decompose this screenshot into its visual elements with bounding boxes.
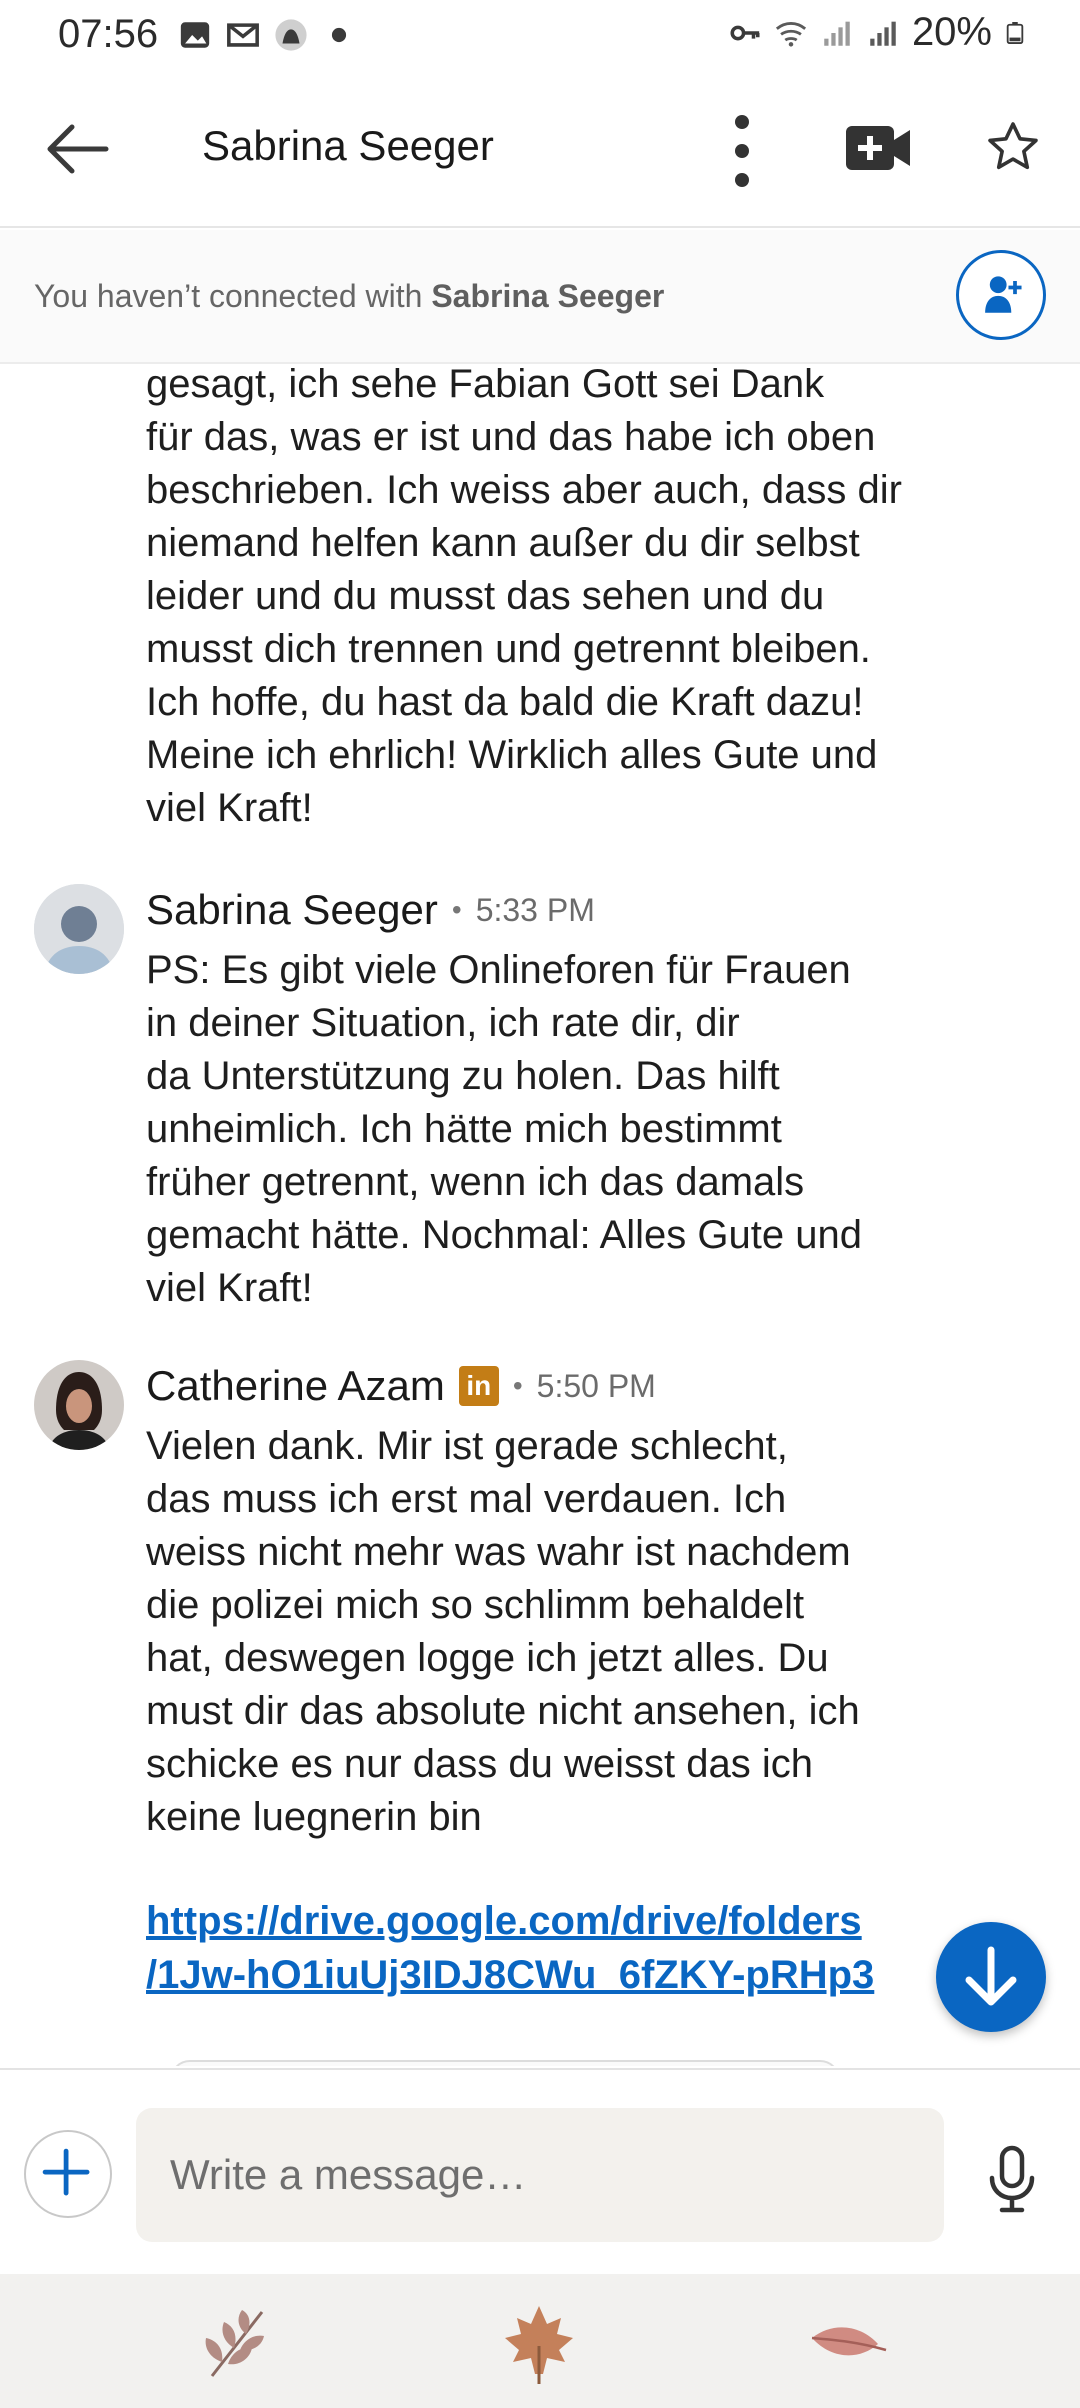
attachment-preview[interactable]	[170, 2060, 840, 2066]
connection-banner: You haven’t connected with Sabrina Seege…	[0, 230, 1080, 364]
premium-badge: in	[458, 1366, 499, 1406]
feather-leaf-icon[interactable]	[800, 2298, 890, 2388]
attach-button[interactable]	[24, 2130, 112, 2218]
signal-icon	[824, 21, 850, 46]
avatar-sabrina[interactable]	[34, 884, 124, 974]
message-line: leider und du musst das sehen und du	[146, 574, 825, 618]
leaf-icon[interactable]	[192, 2298, 282, 2388]
message-line: hat, deswegen logge ich jetzt alles. Du	[146, 1636, 829, 1680]
microphone-icon[interactable]	[984, 2144, 1040, 2214]
message-line: gemacht hätte. Nochmal: Alles Gute und	[146, 1213, 862, 1257]
app-icon	[275, 19, 307, 51]
status-system-icons: 20%	[728, 10, 1026, 55]
connection-notice-prefix: You haven’t connected with	[34, 278, 432, 314]
message-line: musst dich trennen und getrennt bleiben.	[146, 627, 871, 671]
separator-dot: •	[512, 1370, 523, 1401]
message-line: früher getrennt, wenn ich das damals	[146, 1160, 805, 1204]
default-person-icon	[34, 884, 124, 974]
message-line: da Unterstützung zu holen. Das hilft	[146, 1054, 780, 1098]
drive-link[interactable]: https://drive.google.com/drive/folders /…	[146, 1894, 966, 2002]
message-line: Vielen dank. Mir ist gerade schlecht,	[146, 1424, 788, 1468]
message-line: Meine ich ehrlich! Wirklich alles Gute u…	[146, 733, 878, 777]
image-icon	[180, 22, 210, 48]
message-composer	[0, 2068, 1080, 2274]
link-line[interactable]: /1Jw-hO1iuUj3IDJ8CWu_6fZKY-pRHp3	[146, 1948, 966, 2002]
connection-notice-name: Sabrina Seeger	[431, 278, 665, 314]
arrow-down-icon	[965, 1946, 1017, 2006]
connect-button[interactable]	[956, 250, 1046, 340]
message-line: in deiner Situation, ich rate dir, dir	[146, 1001, 740, 1045]
message-line: für das, was er ist und das habe ich obe…	[146, 415, 876, 459]
more-vertical-icon[interactable]	[714, 106, 770, 196]
message-timestamp: 5:50 PM	[536, 1367, 656, 1404]
add-person-icon	[985, 276, 1022, 313]
message-line: weiss nicht mehr was wahr ist nachdem	[146, 1530, 851, 1574]
message-line: die polizei mich so schlimm behaldelt	[146, 1583, 805, 1627]
message-line: viel Kraft!	[146, 1266, 313, 1310]
message-body-2: PS: Es gibt viele Onlineforen für Frauen…	[146, 944, 1006, 1315]
avatar-catherine[interactable]	[34, 1360, 124, 1450]
message-line: keine luegnerin bin	[146, 1795, 482, 1839]
gmail-icon	[227, 23, 259, 47]
message-header-3: Catherine Azam in • 5:50 PM	[146, 1362, 656, 1410]
reaction-bar	[0, 2274, 1080, 2408]
scroll-to-bottom-button[interactable]	[936, 1922, 1046, 2032]
battery-percent: 20%	[911, 10, 992, 54]
message-timestamp: 5:33 PM	[475, 891, 595, 928]
wifi-icon	[775, 21, 807, 47]
sender-name[interactable]: Catherine Azam	[146, 1362, 445, 1410]
message-input[interactable]	[136, 2108, 944, 2242]
connection-notice: You haven’t connected with Sabrina Seege…	[34, 278, 664, 315]
notification-dot-icon	[331, 27, 347, 43]
link-line[interactable]: https://drive.google.com/drive/folders	[146, 1894, 966, 1948]
status-notification-icons	[178, 18, 356, 52]
message-line: Ich hoffe, du hast da bald die Kraft daz…	[146, 680, 864, 724]
signal-icon-2	[870, 21, 896, 46]
maple-leaf-icon[interactable]	[494, 2298, 584, 2388]
profile-photo	[34, 1360, 124, 1450]
sender-name[interactable]: Sabrina Seeger	[146, 886, 438, 934]
status-time: 07:56	[58, 12, 159, 56]
video-call-icon[interactable]	[844, 118, 914, 178]
message-line: must dir das absolute nicht ansehen, ich	[146, 1689, 860, 1733]
conversation-header: Sabrina Seeger	[0, 70, 1080, 228]
back-arrow-icon[interactable]	[42, 114, 112, 184]
message-line: unheimlich. Ich hätte mich bestimmt	[146, 1107, 782, 1151]
message-line: viel Kraft!	[146, 786, 313, 830]
vpn-key-icon	[730, 25, 760, 40]
star-icon[interactable]	[984, 118, 1042, 176]
message-line: schicke es nur dass du weisst das ich	[146, 1742, 813, 1786]
plus-icon	[42, 2148, 90, 2196]
separator-dot: •	[451, 894, 462, 925]
message-body-continued: gesagt, ich sehe Fabian Gott sei Dank fü…	[146, 366, 1006, 835]
status-bar: 07:56 20%	[0, 0, 1080, 70]
message-header-2: Sabrina Seeger • 5:33 PM	[146, 886, 595, 934]
message-line: beschrieben. Ich weiss aber auch, dass d…	[146, 468, 902, 512]
message-line: das muss ich erst mal verdauen. Ich	[146, 1477, 787, 1521]
message-list[interactable]: gesagt, ich sehe Fabian Gott sei Dank fü…	[0, 366, 1080, 2066]
message-line: gesagt, ich sehe Fabian Gott sei Dank	[146, 366, 825, 406]
conversation-title[interactable]: Sabrina Seeger	[202, 122, 494, 170]
battery-icon	[1006, 21, 1024, 44]
message-line: PS: Es gibt viele Onlineforen für Frauen	[146, 948, 851, 992]
message-line: niemand helfen kann außer du dir selbst	[146, 521, 860, 565]
message-body-3: Vielen dank. Mir ist gerade schlecht, da…	[146, 1420, 1006, 1844]
